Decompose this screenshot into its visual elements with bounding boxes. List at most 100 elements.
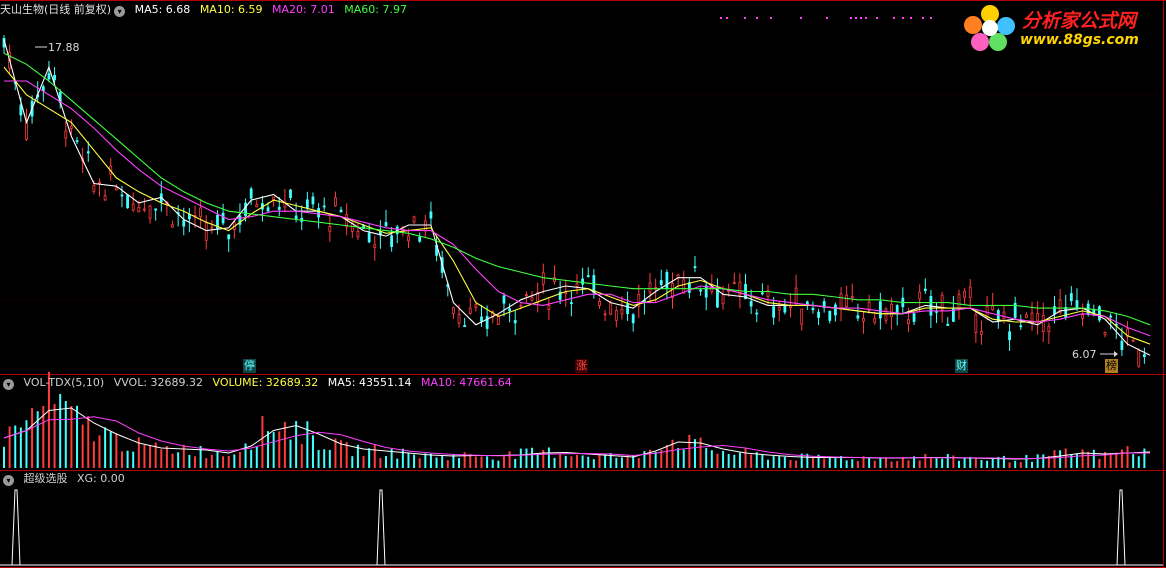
volume-bar [486,456,489,468]
volume-bar [783,456,786,468]
volume-bar [733,454,736,468]
volume-bar [918,460,921,468]
volume-bar [165,446,168,468]
volume-bar [929,457,932,468]
rank-marker[interactable]: 榜 [1105,359,1118,373]
candle-body [182,219,186,227]
volume-bar [295,421,298,468]
volume-bar [115,433,118,468]
candle-body [564,292,568,295]
volume-bar [1064,448,1067,468]
candle-body [1081,314,1084,319]
volume-bar [508,451,511,468]
volume-bar [598,453,601,468]
volume-bar [514,458,517,468]
candle-body [968,286,972,298]
candle-body [390,235,394,247]
volume-bar [14,425,17,468]
ma-line-ma10 [3,66,1151,345]
volume-bar [738,452,741,468]
candle-body [120,194,124,197]
candle-body [693,266,697,269]
volume-bar [81,424,84,468]
volume-bar [19,427,22,468]
chevron-down-icon[interactable]: ▾ [3,379,14,390]
volume-bar [379,458,382,468]
candle-body [255,204,259,208]
candle-body [862,318,865,322]
candle-body [659,280,663,285]
volume-bar [615,457,618,468]
volume-bar [637,458,640,468]
price-header: 天山生物(日线 前复权) ▾ MA5: 6.68 MA10: 6.59 MA20:… [0,2,413,18]
candle-body [204,222,208,241]
chart-canvas [0,0,1166,568]
volume-bar [1025,454,1028,468]
candle-body [839,293,843,309]
volume-bar [991,458,994,468]
volume-bar [283,421,286,468]
volume-bar [429,453,432,468]
candle-body [1025,314,1028,319]
volume-bar [149,445,152,468]
volume-bar [559,454,562,468]
volume-bar [1092,449,1095,468]
volume-bar [3,446,5,468]
volume-bar [710,450,713,468]
volume-bar [1053,450,1056,468]
volume-bar [935,458,938,468]
candle-body [126,194,129,209]
candle-body [1137,349,1141,367]
candle-body [171,224,174,228]
candle-body [137,206,141,213]
candle-body [148,205,152,219]
ma60-readout: MA60: 7.97 [344,3,407,16]
candle-body [272,196,276,200]
volume-bar [238,452,241,468]
volume-bar [351,456,354,468]
candle-body [834,304,837,316]
volume-bar [407,453,410,468]
volume-bar [272,432,275,468]
volume-bar [328,449,331,468]
halt-marker[interactable]: 停 [243,359,256,373]
candle-body [963,290,967,298]
chevron-down-icon[interactable]: ▾ [3,475,14,486]
volume-bar [778,456,781,468]
candle-body [463,325,467,327]
volume-bar [98,435,101,468]
volume-bar [1143,448,1146,468]
volume-bar [716,453,719,468]
volume-bar [795,460,798,468]
volume-bar [1109,453,1112,468]
volume-bar [126,450,129,468]
candle-body [878,301,882,319]
candle-body [620,308,624,315]
candle-body [227,234,231,240]
volume-bar [722,450,725,468]
candle-body [575,283,579,287]
chevron-down-icon[interactable]: ▾ [114,6,126,17]
candle-body [98,181,101,184]
volume-bar [604,454,607,468]
finance-marker[interactable]: 财 [955,359,968,373]
volume-bar [1132,454,1135,468]
candle-body [980,330,983,335]
candlestick-layer [2,35,1146,368]
candle-body [373,244,377,248]
volume-bar [958,460,960,468]
volume-bar [311,435,314,468]
limit-up-marker[interactable]: 涨 [575,359,588,373]
candle-body [671,283,674,299]
volume-bar [1008,462,1011,468]
candle-body [1041,314,1045,332]
volume-bar [25,420,28,468]
candle-body [266,207,270,212]
volume-bar [362,456,365,468]
volume-bar [536,453,539,468]
site-logo: 分析家公式网 www.88gs.com [962,2,1162,52]
volume-bar [1126,446,1129,468]
vvol-readout: VVOL: 32689.32 [113,376,204,389]
volume-bar [620,457,623,468]
vol-ma10-line [3,416,1150,459]
